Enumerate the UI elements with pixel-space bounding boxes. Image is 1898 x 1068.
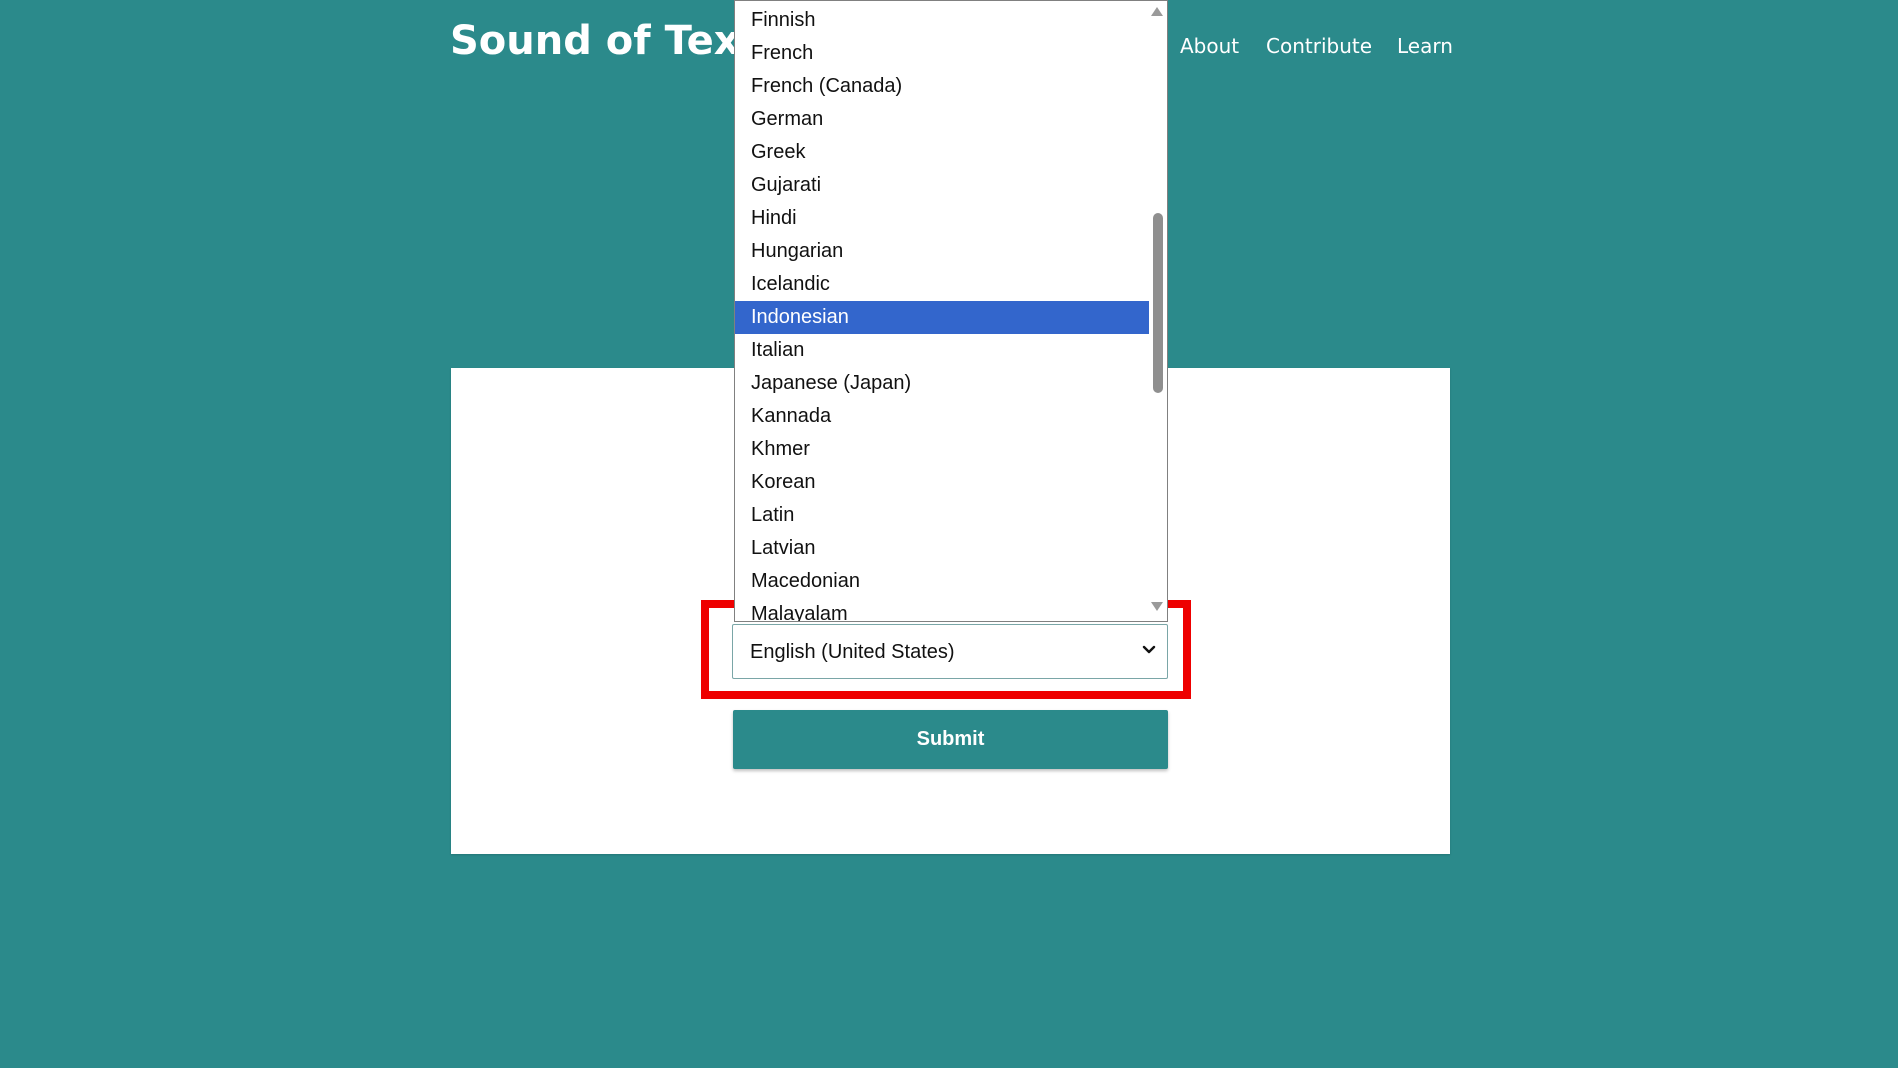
page: Sound of Text About Contribute Learn Eng… — [0, 0, 1898, 1068]
dropdown-option[interactable]: Kannada — [735, 400, 1149, 433]
scrollbar-thumb[interactable] — [1153, 213, 1163, 393]
language-dropdown-list[interactable]: Finnish French French (Canada) German Greek G… — [734, 0, 1168, 622]
nav-contribute-link[interactable]: Contribute — [1266, 34, 1372, 64]
dropdown-option[interactable]: Greek — [735, 136, 1149, 169]
dropdown-option[interactable]: Icelandic — [735, 268, 1149, 301]
language-select[interactable]: English (United States) — [732, 624, 1168, 679]
submit-button[interactable]: Submit — [733, 710, 1168, 769]
dropdown-option[interactable]: Latin — [735, 499, 1149, 532]
dropdown-option[interactable]: French (Canada) — [735, 70, 1149, 103]
dropdown-option[interactable]: Japanese (Japan) — [735, 367, 1149, 400]
dropdown-option[interactable]: French — [735, 37, 1149, 70]
chevron-down-icon — [1142, 645, 1156, 654]
dropdown-options: Finnish French French (Canada) German Greek G… — [735, 4, 1149, 621]
nav-about-link[interactable]: About — [1180, 34, 1239, 64]
dropdown-option[interactable]: German — [735, 103, 1149, 136]
dropdown-option[interactable]: Macedonian — [735, 565, 1149, 598]
dropdown-option[interactable]: Khmer — [735, 433, 1149, 466]
language-select-value: English (United States) — [750, 641, 955, 663]
dropdown-option[interactable]: Italian — [735, 334, 1149, 367]
dropdown-option[interactable]: Gujarati — [735, 169, 1149, 202]
dropdown-option[interactable]: Hungarian — [735, 235, 1149, 268]
site-logo-title[interactable]: Sound of Text — [450, 18, 759, 64]
dropdown-option[interactable]: Indonesian — [735, 301, 1149, 334]
dropdown-option[interactable]: Hindi — [735, 202, 1149, 235]
scroll-down-arrow-icon[interactable] — [1151, 602, 1163, 611]
dropdown-option[interactable]: Korean — [735, 466, 1149, 499]
dropdown-scrollbar[interactable] — [1149, 1, 1167, 621]
dropdown-option[interactable]: Finnish — [735, 4, 1149, 37]
nav-learn-link[interactable]: Learn — [1397, 34, 1453, 64]
scroll-up-arrow-icon[interactable] — [1151, 7, 1163, 16]
dropdown-option[interactable]: Latvian — [735, 532, 1149, 565]
dropdown-option[interactable]: Malayalam — [735, 598, 1149, 621]
